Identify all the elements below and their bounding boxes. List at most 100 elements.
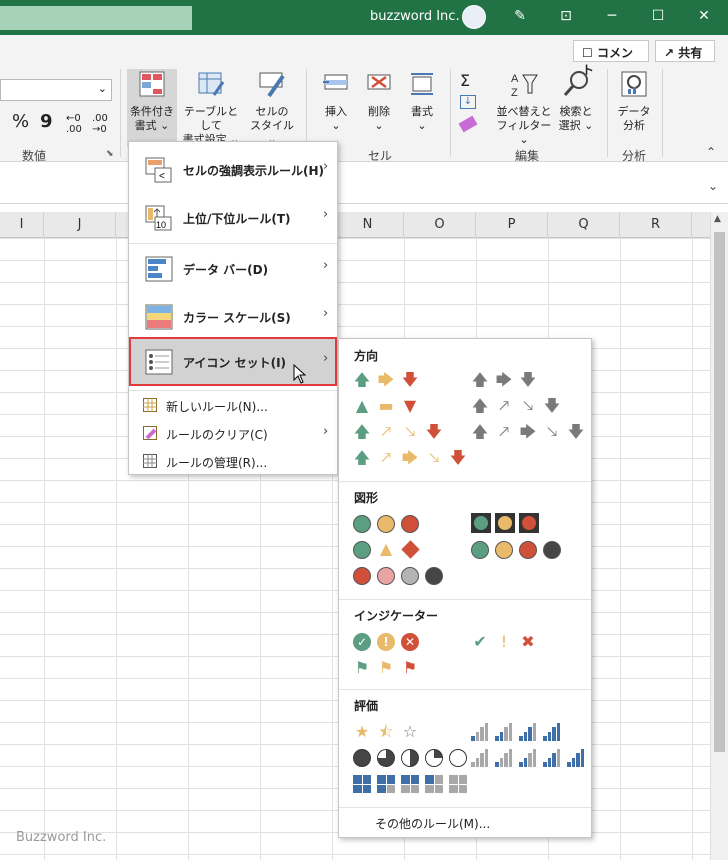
arrow-icon: 🡖 [428, 448, 440, 467]
column-header[interactable]: O [404, 212, 476, 238]
share-button[interactable]: ↗ 共有 [655, 40, 715, 62]
arrow-icon: 🡕 [380, 422, 392, 441]
data-analysis-button[interactable]: データ 分析 [614, 69, 654, 133]
menu-item-label: 上位/下位ルール(T) [183, 212, 291, 226]
circle-icon [495, 541, 513, 559]
find-select-button[interactable]: 検索と 選択 ⌄ [556, 69, 596, 133]
column-header[interactable]: R [620, 212, 692, 238]
fill-icon[interactable]: ↓ [460, 95, 476, 109]
group-separator [120, 69, 121, 157]
column-header[interactable]: I [0, 212, 44, 238]
menu-item-manage-rules[interactable]: ルールの管理(R)... [129, 448, 337, 474]
icon-set-option[interactable]: 🡅 🡆 🡇 [345, 369, 463, 391]
chevron-down-icon[interactable]: ⌄ [708, 179, 718, 193]
column-header[interactable]: P [476, 212, 548, 238]
column-header[interactable]: N [332, 212, 404, 238]
percent-button[interactable]: % [12, 111, 29, 132]
icon-set-option[interactable]: 🡅 🡕 🡖 🡇 [467, 395, 591, 417]
icon-set-option[interactable]: 🡅 🡆 🡇 [467, 369, 591, 391]
formula-bar[interactable]: ⌄ [0, 170, 728, 204]
menu-item-color-scale[interactable]: カラー スケール(S) › [129, 293, 337, 341]
icon-set-option[interactable] [345, 565, 463, 587]
eraser-icon[interactable] [458, 115, 478, 133]
icon-set-option[interactable] [345, 747, 469, 769]
format-cells-button[interactable]: 書式 ⌄ [402, 69, 442, 133]
flag-icon: ⚑ [402, 658, 418, 677]
icon-set-option[interactable]: ✓! ✕ [345, 631, 463, 653]
format-as-table-button[interactable]: テーブルとして 書式設定 ⌄ [180, 69, 242, 147]
menu-item-top-bottom-rules[interactable]: 10 上位/下位ルール(T) › [129, 194, 337, 242]
title-search-field[interactable] [0, 6, 192, 30]
quarter-circle-icon [449, 749, 467, 767]
minimize-icon[interactable]: ─ [602, 8, 622, 24]
icon-set-option[interactable]: ▲ [345, 539, 463, 561]
menu-item-clear-rules[interactable]: ルールのクリア(C) › [129, 420, 337, 446]
vertical-scrollbar[interactable]: ▲ [710, 212, 728, 860]
section-separator [339, 481, 591, 482]
icon-set-option[interactable] [467, 721, 591, 743]
traffic-light-icon [474, 516, 488, 530]
circle-icon [377, 567, 395, 585]
check_c-icon: ✓ [356, 635, 368, 649]
pen-icon[interactable]: ✎ [510, 8, 530, 24]
traffic-light-icon [498, 516, 512, 530]
signal-bars-icon [519, 723, 537, 741]
sort-filter-button[interactable]: AZ 並べ替えと フィルター ⌄ [496, 69, 552, 147]
signal-bars-icon [495, 749, 513, 767]
group-separator [450, 69, 451, 157]
delete-cells-button[interactable]: 削除 ⌄ [359, 69, 399, 133]
icon-set-option[interactable] [467, 539, 591, 561]
comment-button[interactable]: ☐ コメント [573, 40, 649, 77]
cell-style-button[interactable]: セルの スタイル ⌄ [246, 69, 298, 147]
highlight-icon-text: < [159, 171, 165, 182]
boxes-icon [425, 775, 443, 793]
decrease-decimal-icon[interactable]: .00 →0 [92, 113, 108, 135]
more-rules-link[interactable]: その他のルール(M)... [375, 815, 490, 832]
insert-cells-button[interactable]: 挿入 ⌄ [316, 69, 356, 133]
arrow-icon: 🡅 [353, 370, 371, 389]
icon-set-option[interactable] [345, 513, 463, 535]
dialog-launcher-icon[interactable]: ⬊ [106, 149, 114, 159]
svg-text:Z: Z [511, 87, 518, 99]
comma-style-button[interactable]: 9 [40, 111, 53, 132]
icon-sets-flyout: 方向 🡅 🡆 🡇 ▲ ▬ ▼ 🡅 🡕 🡖 🡇 🡅 🡕 🡆 🡖 🡇 🡅 🡆 🡇 🡅 🡕 🡖 🡇 🡅 🡕 🡆 🡖 🡇 図形 ▲ インジケ… [338, 338, 592, 838]
arrow-icon: ▬ [378, 396, 394, 415]
menu-item-new-rule[interactable]: 新しいルール(N)... [129, 392, 337, 418]
scroll-up-icon[interactable]: ▲ [714, 214, 721, 224]
column-header[interactable]: Q [548, 212, 620, 238]
scrollbar-thumb[interactable] [714, 232, 725, 752]
icon-set-option[interactable] [467, 747, 591, 769]
column-header[interactable]: J [44, 212, 116, 238]
ribbon-display-icon[interactable]: ⊡ [556, 8, 576, 24]
number-format-dropdown[interactable]: ⌄ [0, 79, 112, 101]
icon-set-option[interactable]: ⚑ ⚑ ⚑ [345, 657, 463, 679]
menu-item-data-bar[interactable]: データ バー(D) › [129, 245, 337, 293]
share-label: 共有 [678, 46, 703, 60]
maximize-icon[interactable]: ☐ [648, 8, 668, 24]
avatar[interactable] [462, 5, 486, 29]
icon-set-option[interactable] [467, 513, 591, 535]
gray-arrow-icon: 🡅 [471, 422, 489, 441]
icon-set-option[interactable]: ▲ ▬ ▼ [345, 395, 463, 417]
section-separator [339, 599, 591, 600]
icon-set-option[interactable] [345, 773, 469, 795]
arrow-icon: 🡇 [449, 448, 467, 467]
cross_c-icon: ✕ [404, 635, 416, 649]
conditional-format-button[interactable]: 条件付き 書式 ⌄ [127, 69, 177, 147]
rating-icon-sets: ★ ⯪ ☆ [339, 719, 591, 807]
icon-set-option[interactable]: 🡅 🡕 🡆 🡖 🡇 [345, 447, 466, 469]
signal-bars-icon [543, 723, 561, 741]
collapse-ribbon-icon[interactable]: ⌃ [706, 145, 716, 159]
icon-set-option[interactable]: 🡅 🡕 🡆 🡖 🡇 [467, 421, 591, 443]
close-icon[interactable]: ✕ [694, 8, 714, 24]
icon-set-option[interactable]: 🡅 🡕 🡖 🡇 [345, 421, 463, 443]
icon-set-option[interactable]: ★ ⯪ ☆ [345, 721, 463, 743]
autosum-icon[interactable]: Σ [460, 71, 470, 90]
account-name: buzzword Inc. [370, 9, 460, 24]
gray-arrow-icon: 🡆 [495, 370, 513, 389]
increase-decimal-icon[interactable]: ←0.00 [66, 113, 82, 135]
menu-item-highlight-rules[interactable]: < セルの強調表示ルール(H) › [129, 146, 337, 194]
icon-set-option[interactable]: ✔! ✖ [467, 631, 591, 653]
signal-bars-icon [543, 749, 561, 767]
circle-icon [471, 541, 489, 559]
